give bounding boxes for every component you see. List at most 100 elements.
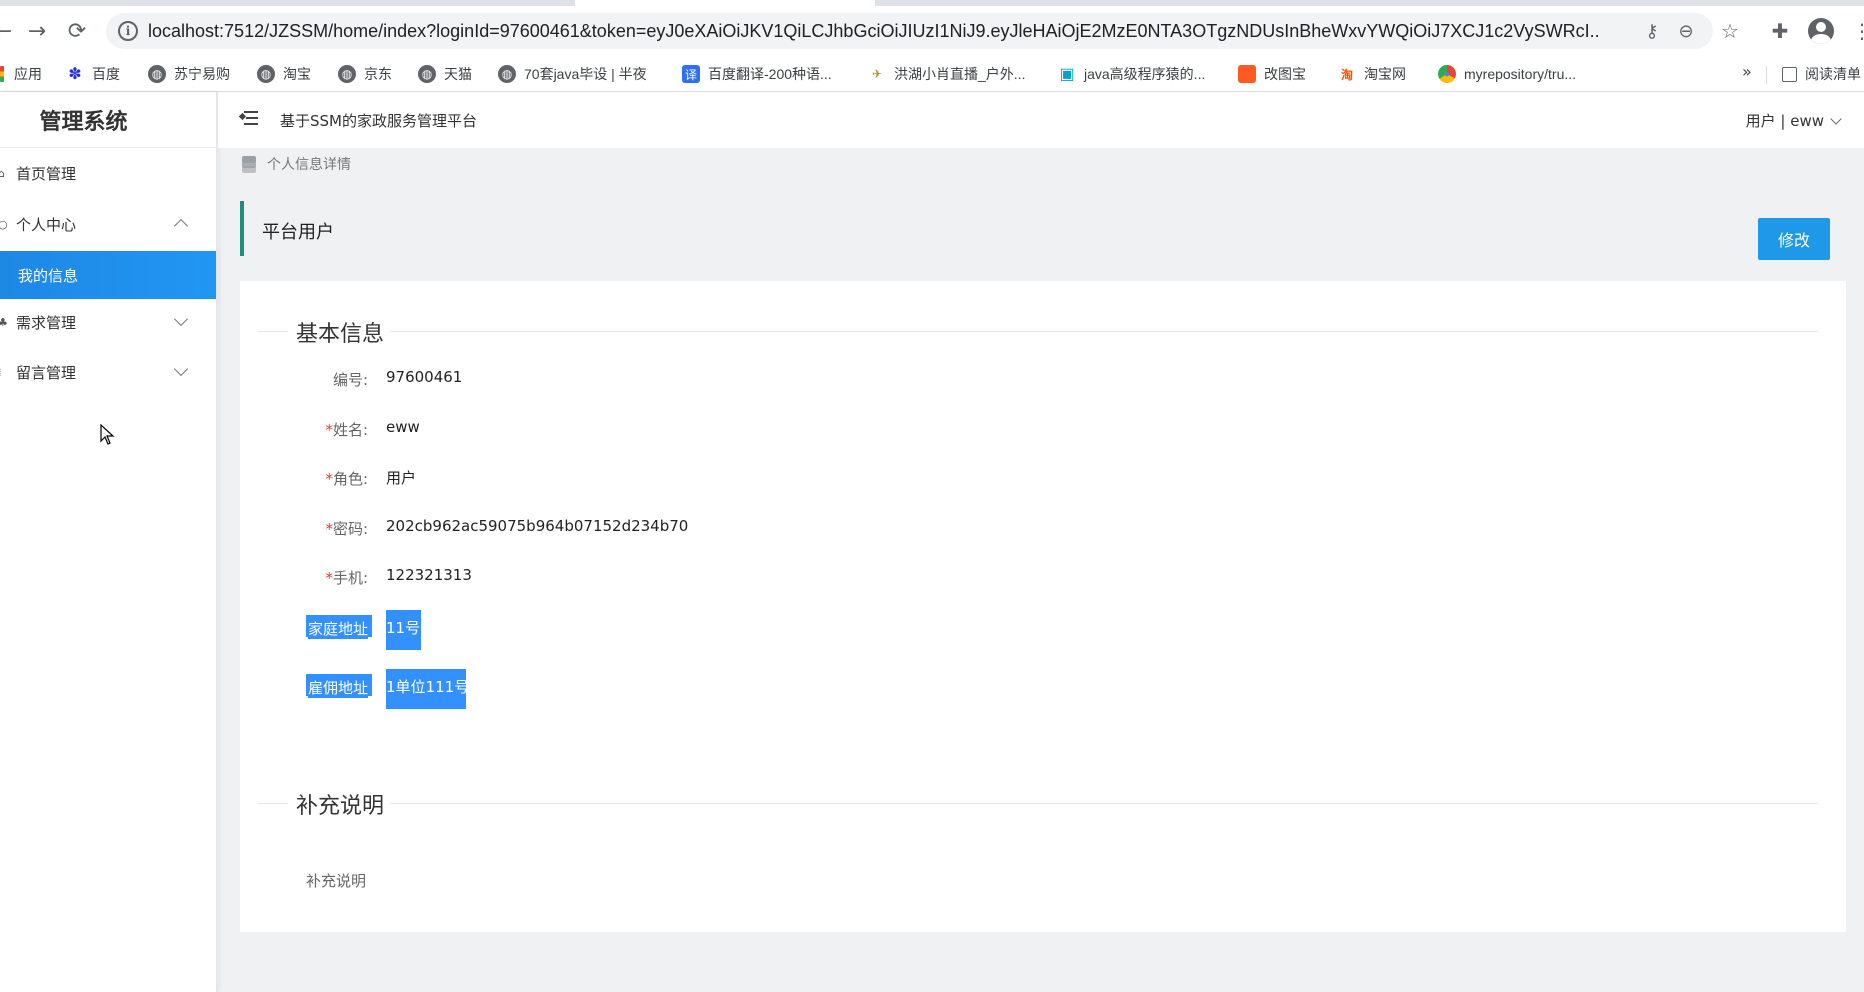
top-header: 基于SSM的家政服务管理平台 用户 | eww [218, 92, 1864, 148]
field-label: 雇佣地址 [307, 677, 368, 698]
sidebar-item-home[interactable]: ⌂ 首页管理 [0, 149, 216, 197]
reading-list-icon [1782, 66, 1797, 82]
field-name: *姓名: eww [240, 415, 1140, 445]
bookmarks-separator [1766, 66, 1767, 84]
sidebar-item-demand[interactable]: ♣ 需求管理 [0, 298, 216, 346]
section-basic-info: 基本信息 [258, 316, 1818, 347]
profile-avatar[interactable] [1808, 18, 1834, 44]
sidebar-item-label: 留言管理 [16, 363, 77, 382]
field-label: *角色: [325, 470, 368, 488]
panel-title: 平台用户 [262, 222, 334, 243]
bookmark-honghu[interactable]: ✈ 洪湖小肖直播_户外... [868, 62, 1026, 86]
field-value: 97600461 [386, 368, 463, 386]
bookmark-taobao[interactable]: ◍ 淘宝 [257, 62, 311, 86]
field-password: *密码: 202cb962ac59075b964b07152d234b70 [240, 514, 1140, 544]
back-arrow-icon: ← [0, 18, 13, 44]
zoom-icon[interactable]: ⊖ [1672, 17, 1700, 45]
field-value: 1单位111号 [386, 678, 470, 696]
globe-icon: ◍ [338, 65, 356, 83]
collapse-menu-icon[interactable] [238, 110, 258, 126]
field-label: 编号: [332, 371, 368, 389]
mouse-cursor-icon [100, 424, 115, 445]
gaitubao-icon [1238, 65, 1256, 83]
browser-toolbar: ← → ⟳ i localhost:7512/JZSSM/home/index?… [0, 6, 1864, 56]
site-info-icon[interactable]: i [118, 21, 138, 41]
bookmarks-bar: 应用 ✽ 百度 ◍ 苏宁易购 ◍ 淘宝 ◍ 京东 ◍ 天猫 ◍ 70套java毕设 | 半夜… [0, 56, 1864, 92]
browser-chrome: ← → ⟳ i localhost:7512/JZSSM/home/index?… [0, 0, 1864, 92]
detail-card: 基本信息 编号: 97600461 *姓名: eww *角色: 用户 *密码: … [240, 281, 1846, 932]
bookmark-bilibili[interactable]: ▣ java高级程序猿的... [1058, 62, 1205, 86]
forward-arrow-icon: → [27, 18, 47, 44]
bookmark-suning[interactable]: ◍ 苏宁易购 [148, 62, 230, 86]
sidebar-item-label: 首页管理 [16, 164, 77, 183]
bird-icon: ✈ [871, 67, 883, 81]
bookmark-myrepository[interactable]: ● myrepository/tru... [1438, 62, 1576, 86]
chevron-up-icon [173, 218, 189, 234]
taobao-icon: 淘 [1340, 67, 1353, 82]
bookmark-taobao-net[interactable]: 淘淘宝网 [1338, 62, 1406, 86]
bookmark-jd[interactable]: ◍ 京东 [338, 62, 392, 86]
demand-icon: ♣ [0, 315, 8, 329]
field-value: 11号 [386, 619, 421, 637]
field-value: 122321313 [386, 566, 472, 584]
bookmark-baidu[interactable]: ✽ 百度 [66, 62, 120, 86]
panel-title-bar: 平台用户 [240, 201, 1846, 256]
edit-button[interactable]: 修改 [1758, 218, 1830, 260]
forward-button[interactable]: → [20, 14, 54, 48]
password-key-icon[interactable]: ⚷ [1638, 17, 1666, 45]
layers-icon [240, 156, 258, 173]
bookmark-apps[interactable]: 应用 [0, 62, 42, 86]
address-bar[interactable]: i localhost:7512/JZSSM/home/index?loginI… [106, 13, 1713, 49]
sidebar-item-label: 需求管理 [16, 313, 77, 332]
breadcrumb-current: 个人信息详情 [267, 157, 351, 173]
message-icon: ⁞ [0, 366, 8, 379]
field-home-address: 家庭地址 11号 [240, 614, 1140, 644]
field-label: *密码: [325, 520, 368, 538]
bookmark-star-icon[interactable]: ☆ [1716, 17, 1744, 45]
back-button[interactable]: ← [0, 14, 20, 48]
bookmark-java-biye[interactable]: ◍ 70套java毕设 | 半夜 [498, 62, 647, 86]
sidebar-item-label: 个人中心 [16, 215, 77, 234]
section-title: 补充说明 [296, 794, 385, 819]
chrome-icon: ● [1438, 65, 1456, 83]
sidebar-brand: 管理系统 [0, 92, 217, 148]
section-supplement: 补充说明 [258, 788, 1818, 819]
chevron-down-icon [173, 361, 189, 377]
bookmarks-overflow-chevron-icon[interactable]: » [1742, 62, 1752, 81]
reading-list[interactable]: 阅读清单 [1782, 62, 1861, 86]
title-accent-bar [240, 201, 244, 256]
globe-icon: ◍ [498, 65, 516, 83]
url-text[interactable]: localhost:7512/JZSSM/home/index?loginId=… [148, 21, 1598, 42]
bilibili-icon: ▣ [1059, 66, 1075, 83]
extensions-puzzle-icon[interactable]: ✚ [1766, 17, 1794, 45]
user-label: 用户 | eww [1745, 112, 1824, 130]
reload-icon: ⟳ [67, 18, 87, 44]
section-title: 基本信息 [296, 322, 385, 347]
chevron-down-icon [173, 311, 189, 327]
supplement-text: 补充说明 [306, 872, 367, 890]
home-icon: ⌂ [0, 166, 5, 180]
field-label: 家庭地址 [307, 618, 368, 639]
sidebar-item-messages[interactable]: ⁞ 留言管理 [0, 348, 216, 396]
reload-button[interactable]: ⟳ [60, 14, 94, 48]
browser-menu-icon[interactable]: ⋮ [1848, 17, 1864, 45]
field-phone: *手机: 122321313 [240, 563, 1140, 593]
sidebar-item-user-center[interactable]: ○ 个人中心 [0, 200, 216, 248]
bookmark-baidu-translate[interactable]: 译百度翻译-200种语... [682, 62, 832, 86]
sidebar-item-my-info[interactable]: 我的信息 [0, 251, 216, 299]
globe-icon: ◍ [148, 65, 166, 83]
sidebar: 管理系统 ⌂ 首页管理 ○ 个人中心 我的信息 ♣ 需求管理 ⁞ 留言管理 [0, 92, 217, 992]
user-dropdown[interactable]: 用户 | eww [1745, 110, 1842, 131]
globe-icon: ◍ [418, 65, 436, 83]
bookmark-tmall[interactable]: ◍ 天猫 [418, 62, 472, 86]
globe-icon: ◍ [257, 65, 275, 83]
field-id: 编号: 97600461 [240, 365, 1140, 395]
field-employment-address: 雇佣地址 1单位111号 [240, 673, 1140, 703]
breadcrumb: 个人信息详情 [240, 154, 351, 174]
field-role: *角色: 用户 [240, 464, 1140, 494]
field-label: *手机: [325, 569, 368, 587]
bookmark-gaitubao[interactable]: 改图宝 [1238, 62, 1306, 86]
field-label: *姓名: [325, 421, 368, 439]
app-root: 管理系统 ⌂ 首页管理 ○ 个人中心 我的信息 ♣ 需求管理 ⁞ 留言管理 基于… [0, 92, 1864, 992]
user-center-icon: ○ [0, 217, 8, 231]
